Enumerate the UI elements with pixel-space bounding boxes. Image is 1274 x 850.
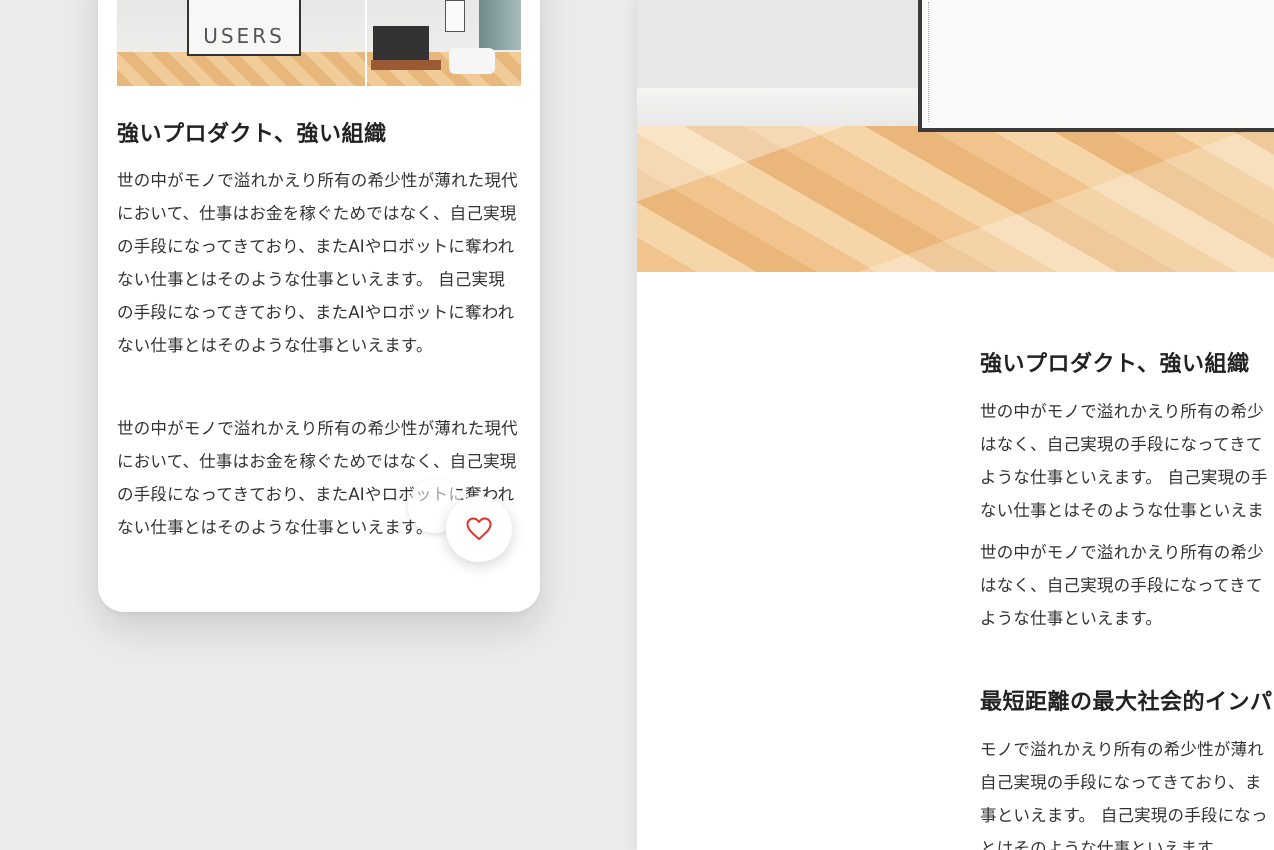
text-line: モノで溢れかえり所有の希少性が薄れ [980, 740, 1264, 759]
text-line: 世の中がモノで溢れかえり所有の希少 [980, 543, 1264, 562]
text-line: ような仕事といえます。 自己実現の手 [980, 468, 1268, 487]
text-line: はなく、自己実現の手段になってきて [980, 435, 1263, 454]
poster-frame [918, 0, 1274, 132]
section-1-paragraph-1: 世の中がモノで溢れかえり所有の希少 はなく、自己実現の手段になってきて ような仕… [980, 395, 1274, 527]
article-page-desktop: 強いプロダクト、強い組織 世の中がモノで溢れかえり所有の希少 はなく、自己実現の… [637, 0, 1274, 850]
text-line: ような仕事といえます。 [980, 609, 1163, 628]
users-poster: USERS [187, 0, 301, 56]
section-1-paragraph-2: 世の中がモノで溢れかえり所有の希少 はなく、自己実現の手段になってきて ような仕… [980, 536, 1274, 635]
text-line: 自己実現の手段になってきており、ま [980, 773, 1262, 792]
text-line: ない仕事とはそのような仕事といえま [980, 501, 1264, 520]
section-2-paragraph: モノで溢れかえり所有の希少性が薄れ 自己実現の手段になってきており、ま 事といえ… [980, 733, 1274, 850]
card-title: 強いプロダクト、強い組織 [117, 122, 387, 147]
heart-icon [466, 517, 492, 540]
text-line: とはそのような仕事といえます。 [980, 839, 1229, 850]
poster-text: USERS [203, 24, 285, 48]
hero-photo [637, 0, 1274, 272]
card-paragraph-1: 世の中がモノで溢れかえり所有の希少性が薄れた現代において、仕事はお金を稼ぐためで… [117, 171, 518, 355]
text-line: はなく、自己実現の手段になってきて [980, 576, 1263, 595]
office-photo: USERS [117, 0, 521, 86]
section-title-1: 強いプロダクト、強い組織 [980, 352, 1250, 377]
favorite-button[interactable] [446, 496, 512, 562]
text-line: 事といえます。 自己実現の手段になっ [980, 806, 1268, 825]
text-line: 世の中がモノで溢れかえり所有の希少 [980, 402, 1264, 421]
section-title-2: 最短距離の最大社会的インパ [980, 690, 1273, 715]
